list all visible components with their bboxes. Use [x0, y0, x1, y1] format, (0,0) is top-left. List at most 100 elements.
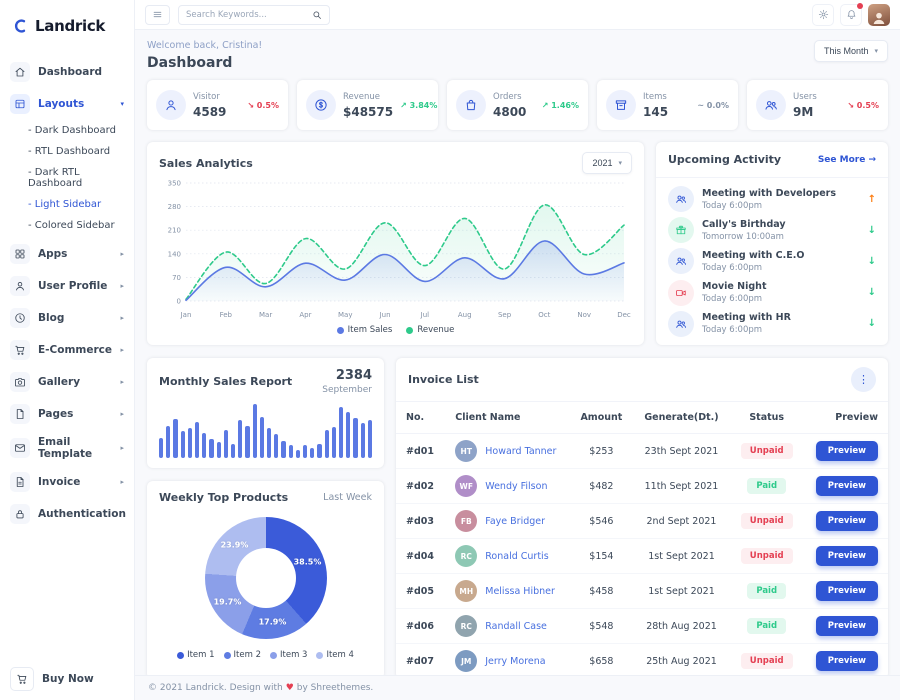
bar: [238, 420, 242, 458]
client-name-link[interactable]: Howard Tanner: [485, 446, 556, 457]
donut-slice-label: 19.7%: [214, 598, 242, 607]
search-icon: [312, 10, 322, 20]
upcoming-activity-title: Upcoming Activity: [668, 153, 781, 166]
client-avatar: WF: [455, 475, 477, 497]
preview-button[interactable]: Preview: [816, 441, 878, 461]
sidebar-item-label: Authentication: [38, 508, 126, 520]
sidebar-subitem-light-sidebar[interactable]: - Light Sidebar: [0, 194, 134, 215]
preview-button[interactable]: Preview: [816, 511, 878, 531]
client-avatar: MH: [455, 580, 477, 602]
legend-dot: [224, 652, 231, 659]
user-avatar[interactable]: [868, 4, 890, 26]
submenu-layouts: - Dark Dashboard- RTL Dashboard- Dark RT…: [0, 120, 134, 238]
chevron-right-icon: ▸: [120, 478, 124, 486]
stat-label: Revenue: [343, 92, 393, 102]
svg-text:Nov: Nov: [577, 311, 591, 319]
sidebar-item-blog[interactable]: Blog ▸: [0, 302, 134, 334]
preview-button[interactable]: Preview: [816, 546, 878, 566]
logo[interactable]: Landrick: [0, 0, 134, 52]
footer-copyright: © 2021 Landrick. Design with: [148, 683, 283, 693]
bar: [274, 434, 278, 458]
stat-value: 9M: [793, 105, 817, 119]
weekly-top-products-panel: Weekly Top Products Last Week 38.5%17.9%…: [147, 481, 384, 675]
invoice-date: 23th Sept 2021: [633, 434, 730, 469]
bar: [217, 442, 221, 458]
user-icon: [156, 90, 186, 120]
sidebar-item-invoice[interactable]: Invoice ▸: [0, 466, 134, 498]
stats-row: Visitor 4589 ↘ 0.5% Revenue $48575 ↗ 3.8…: [147, 80, 888, 130]
sidebar-menu: Dashboard Layouts ▾ - Dark Dashboard- RT…: [0, 52, 134, 658]
invoice-date: 11th Sept 2021: [633, 469, 730, 504]
sidebar-subitem-dark-dashboard[interactable]: - Dark Dashboard: [0, 120, 134, 141]
sidebar-item-label: E-Commerce: [38, 344, 112, 356]
activity-item[interactable]: Meeting with HR Today 6:00pm ↓: [668, 311, 876, 337]
monthly-sales-title: Monthly Sales Report: [159, 375, 292, 388]
welcome-row: Welcome back, Cristina! Dashboard This M…: [147, 40, 888, 71]
invoice-table-body: #d01 HT Howard Tanner $253 23th Sept 202…: [396, 434, 888, 676]
sidebar-item-dashboard[interactable]: Dashboard: [0, 56, 134, 88]
gift-icon: [668, 217, 694, 243]
activity-item[interactable]: Cally's Birthday Tomorrow 10:00am ↓: [668, 217, 876, 243]
year-selector-dropdown[interactable]: 2021 ▾: [582, 152, 632, 174]
client-name-link[interactable]: Wendy Filson: [485, 481, 547, 492]
topbar-actions: [812, 4, 890, 26]
preview-button[interactable]: Preview: [816, 616, 878, 636]
camera-icon: [10, 372, 30, 392]
status-badge: Unpaid: [741, 653, 793, 669]
column-header: Client Name: [445, 402, 569, 434]
sidebar-item-pages[interactable]: Pages ▸: [0, 398, 134, 430]
home-icon: [10, 62, 30, 82]
sidebar-subitem-dark-rtl-dashboard[interactable]: - Dark RTL Dashboard: [0, 162, 134, 194]
stat-card-visitor: Visitor 4589 ↘ 0.5%: [147, 80, 288, 130]
preview-button[interactable]: Preview: [816, 651, 878, 671]
sidebar-item-e-commerce[interactable]: E-Commerce ▸: [0, 334, 134, 366]
hamburger-menu-button[interactable]: [145, 5, 170, 25]
activity-item[interactable]: Meeting with C.E.O Today 6:00pm ↓: [668, 248, 876, 274]
client-name-link[interactable]: Jerry Morena: [485, 656, 545, 667]
activity-item[interactable]: Movie Night Today 6:00pm ↓: [668, 280, 876, 306]
invoice-amount: $253: [570, 434, 633, 469]
activity-title: Cally's Birthday: [702, 219, 786, 230]
client-name-link[interactable]: Ronald Curtis: [485, 551, 548, 562]
column-header: No.: [396, 402, 445, 434]
search-input[interactable]: [186, 10, 308, 20]
notifications-button[interactable]: [840, 4, 862, 26]
month-selector-dropdown[interactable]: This Month ▾: [814, 40, 888, 62]
monthly-sales-period: September: [322, 385, 372, 395]
svg-text:Oct: Oct: [538, 311, 550, 319]
settings-button[interactable]: [812, 4, 834, 26]
buy-now-button[interactable]: Buy Now: [0, 658, 134, 700]
client-name-link[interactable]: Melissa Hibner: [485, 586, 555, 597]
activity-item[interactable]: Meeting with Developers Today 6:00pm ↑: [668, 186, 876, 212]
preview-button[interactable]: Preview: [816, 581, 878, 601]
chevron-down-icon: ▾: [618, 159, 622, 167]
sidebar-item-email-template[interactable]: Email Template ▸: [0, 430, 134, 466]
invoice-date: 1st Sept 2021: [633, 539, 730, 574]
stat-value: 4589: [193, 105, 226, 119]
client-name-link[interactable]: Randall Case: [485, 621, 547, 632]
legend-dot: [337, 327, 344, 334]
sidebar-subitem-colored-sidebar[interactable]: - Colored Sidebar: [0, 215, 134, 236]
sidebar-subitem-rtl-dashboard[interactable]: - RTL Dashboard: [0, 141, 134, 162]
preview-button[interactable]: Preview: [816, 476, 878, 496]
sidebar-item-apps[interactable]: Apps ▸: [0, 238, 134, 270]
svg-text:Aug: Aug: [458, 311, 472, 319]
sidebar-item-authentication[interactable]: Authentication ▸: [0, 498, 134, 530]
sidebar-item-layouts[interactable]: Layouts ▾: [0, 88, 134, 120]
sidebar-item-gallery[interactable]: Gallery ▸: [0, 366, 134, 398]
svg-text:May: May: [338, 311, 352, 319]
sidebar-item-label: Gallery: [38, 376, 80, 388]
stat-value: 145: [643, 105, 668, 119]
status-badge: Paid: [747, 478, 786, 494]
invoice-menu-button[interactable]: ⋮: [851, 367, 876, 392]
see-more-link[interactable]: See More →: [818, 155, 876, 165]
stat-delta: ↗ 3.84%: [400, 101, 437, 110]
legend-item: Item 3: [270, 650, 307, 660]
bar: [325, 430, 329, 458]
sidebar-item-user-profile[interactable]: User Profile ▸: [0, 270, 134, 302]
stat-card-orders: Orders 4800 ↗ 1.46%: [447, 80, 588, 130]
monthly-sales-bar-chart: [159, 404, 372, 458]
grid-icon: [10, 244, 30, 264]
client-name-link[interactable]: Faye Bridger: [485, 516, 545, 527]
layout-icon: [10, 94, 30, 114]
